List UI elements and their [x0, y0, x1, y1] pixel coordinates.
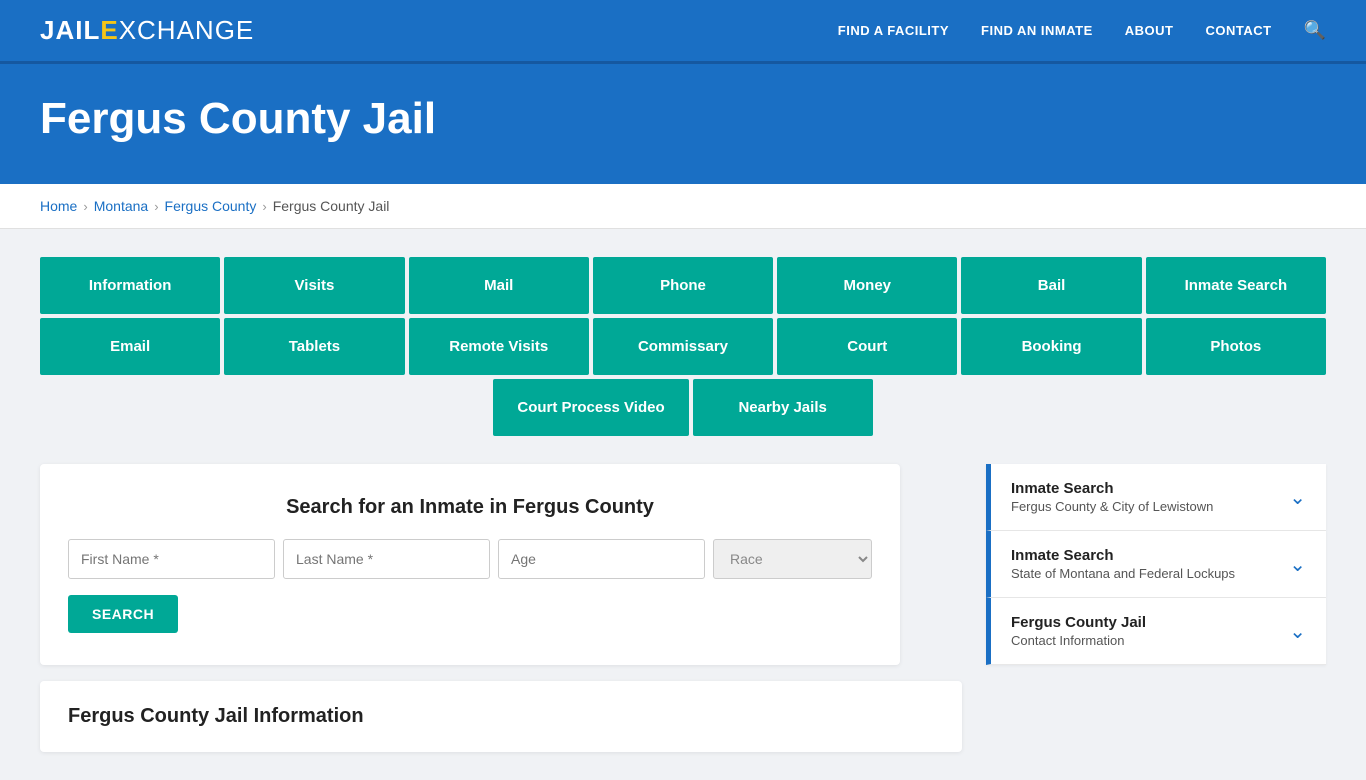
nav-about[interactable]: ABOUT [1125, 23, 1174, 38]
sidebar-item-title-2: Inmate Search [1011, 547, 1235, 564]
btn-nearby-jails[interactable]: Nearby Jails [693, 379, 873, 436]
site-logo[interactable]: JAILEXCHANGE [40, 15, 254, 46]
button-grid-row3: Court Process Video Nearby Jails [40, 379, 1326, 436]
btn-bail[interactable]: Bail [961, 257, 1141, 314]
sidebar-item-text-3: Fergus County Jail Contact Information [1011, 614, 1146, 648]
btn-mail[interactable]: Mail [409, 257, 589, 314]
btn-visits[interactable]: Visits [224, 257, 404, 314]
search-card-title: Search for an Inmate in Fergus County [68, 496, 872, 519]
page-title: Fergus County Jail [40, 94, 1326, 144]
btn-information[interactable]: Information [40, 257, 220, 314]
sidebar-item-title-3: Fergus County Jail [1011, 614, 1146, 631]
left-column: Search for an Inmate in Fergus County Ra… [40, 464, 962, 752]
breadcrumb-montana[interactable]: Montana [94, 198, 148, 214]
sidebar-item-contact-info[interactable]: Fergus County Jail Contact Information ⌄ [986, 598, 1326, 665]
search-icon[interactable]: 🔍 [1304, 20, 1326, 41]
main-nav: FIND A FACILITY FIND AN INMATE ABOUT CON… [838, 20, 1326, 41]
nav-find-facility[interactable]: FIND A FACILITY [838, 23, 949, 38]
button-grid-row2: Email Tablets Remote Visits Commissary C… [40, 318, 1326, 375]
btn-phone[interactable]: Phone [593, 257, 773, 314]
btn-email[interactable]: Email [40, 318, 220, 375]
nav-contact[interactable]: CONTACT [1205, 23, 1271, 38]
last-name-input[interactable] [283, 539, 490, 579]
main-content: Information Visits Mail Phone Money Bail… [0, 229, 1366, 780]
logo-exchange: E [100, 15, 118, 45]
sidebar-item-subtitle-1: Fergus County & City of Lewistown [1011, 499, 1213, 514]
breadcrumb-sep-3: › [262, 199, 266, 214]
chevron-down-icon-1: ⌄ [1289, 485, 1306, 510]
jail-info-section: Fergus County Jail Information [40, 681, 962, 752]
btn-court-process-video[interactable]: Court Process Video [493, 379, 688, 436]
chevron-down-icon-3: ⌄ [1289, 619, 1306, 644]
btn-tablets[interactable]: Tablets [224, 318, 404, 375]
content-area: Search for an Inmate in Fergus County Ra… [40, 464, 1326, 752]
sidebar: Inmate Search Fergus County & City of Le… [986, 464, 1326, 752]
breadcrumb-fergus-county[interactable]: Fergus County [165, 198, 257, 214]
sidebar-item-subtitle-3: Contact Information [1011, 633, 1146, 648]
btn-inmate-search[interactable]: Inmate Search [1146, 257, 1326, 314]
inmate-search-card: Search for an Inmate in Fergus County Ra… [40, 464, 900, 665]
button-grid-row1: Information Visits Mail Phone Money Bail… [40, 257, 1326, 314]
site-header: JAILEXCHANGE FIND A FACILITY FIND AN INM… [0, 0, 1366, 64]
sidebar-item-text-1: Inmate Search Fergus County & City of Le… [1011, 480, 1213, 514]
race-select[interactable]: Race White Black Hispanic Asian Other [713, 539, 872, 579]
first-name-input[interactable] [68, 539, 275, 579]
hero-section: Fergus County Jail [0, 64, 1366, 184]
sidebar-item-text-2: Inmate Search State of Montana and Feder… [1011, 547, 1235, 581]
sidebar-item-inmate-search-state[interactable]: Inmate Search State of Montana and Feder… [986, 531, 1326, 598]
sidebar-item-inmate-search-local[interactable]: Inmate Search Fergus County & City of Le… [986, 464, 1326, 531]
nav-find-inmate[interactable]: FIND AN INMATE [981, 23, 1093, 38]
btn-money[interactable]: Money [777, 257, 957, 314]
sidebar-item-subtitle-2: State of Montana and Federal Lockups [1011, 566, 1235, 581]
search-fields: Race White Black Hispanic Asian Other [68, 539, 872, 579]
btn-court[interactable]: Court [777, 318, 957, 375]
logo-jail: JAIL [40, 15, 100, 45]
jail-info-title: Fergus County Jail Information [68, 705, 934, 728]
sidebar-item-title-1: Inmate Search [1011, 480, 1213, 497]
breadcrumb-sep-2: › [154, 199, 158, 214]
btn-remote-visits[interactable]: Remote Visits [409, 318, 589, 375]
breadcrumb-current: Fergus County Jail [273, 198, 390, 214]
btn-photos[interactable]: Photos [1146, 318, 1326, 375]
age-input[interactable] [498, 539, 705, 579]
chevron-down-icon-2: ⌄ [1289, 552, 1306, 577]
btn-booking[interactable]: Booking [961, 318, 1141, 375]
search-button[interactable]: SEARCH [68, 595, 178, 633]
breadcrumb: Home › Montana › Fergus County › Fergus … [0, 184, 1366, 229]
breadcrumb-home[interactable]: Home [40, 198, 77, 214]
breadcrumb-sep-1: › [83, 199, 87, 214]
btn-commissary[interactable]: Commissary [593, 318, 773, 375]
